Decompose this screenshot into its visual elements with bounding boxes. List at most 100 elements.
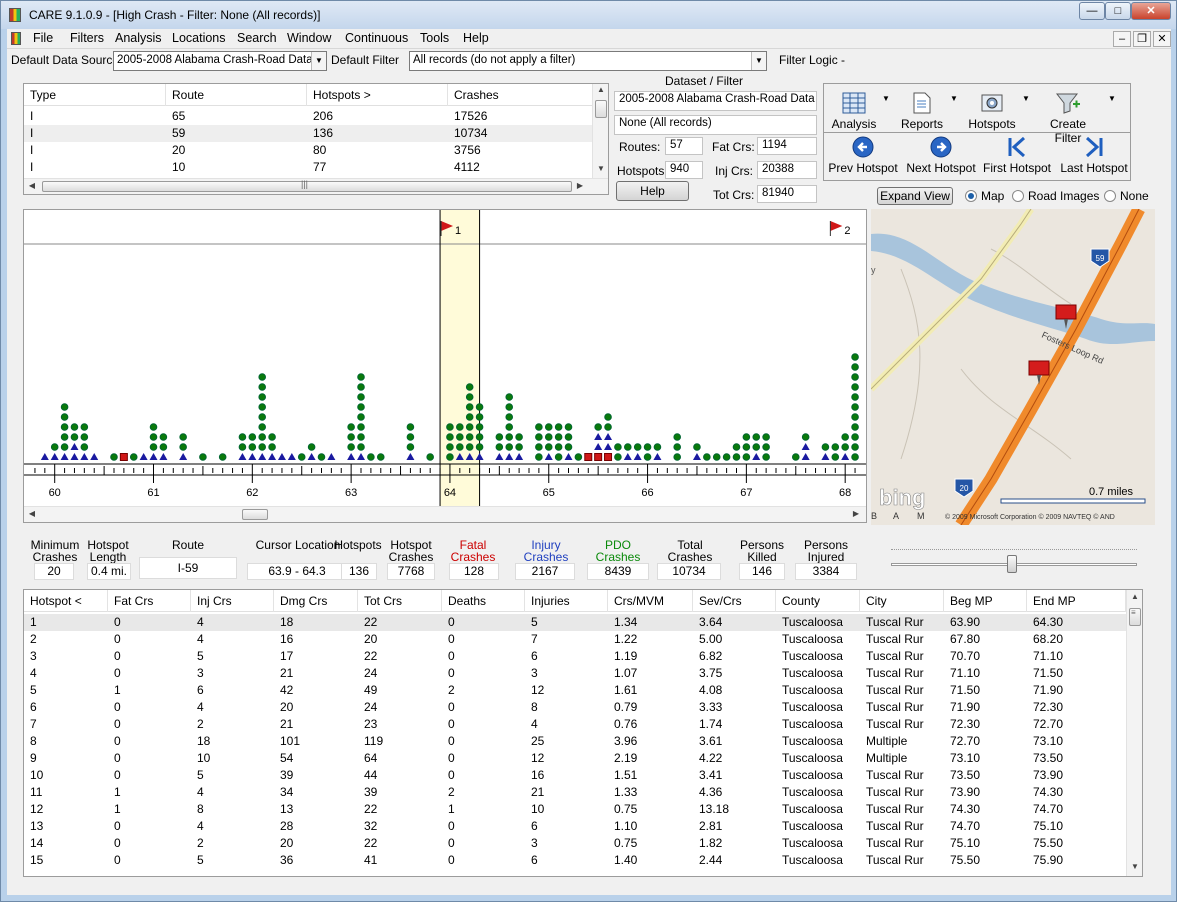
hotspot-flag-2[interactable]: 2: [829, 221, 850, 237]
scroll-up-icon[interactable]: ▲: [1127, 592, 1143, 601]
pdo-crash-marker: [307, 443, 316, 451]
help-button[interactable]: Help: [616, 181, 689, 201]
table-row[interactable]: 5 1 6 42 49 2 12 1.61 4.08 Tuscaloosa Tuscal Rur 71…: [24, 682, 1126, 699]
strip-chart-canvas[interactable]: 1 2 60 61 62 63 64 65 66 67 68: [24, 210, 866, 522]
table-row[interactable]: 12 1 8 13 22 1 10 0.75 13.18 Tuscaloosa Tuscal Rur…: [24, 801, 1126, 818]
column-header[interactable]: Dmg Crs: [274, 590, 358, 612]
column-header[interactable]: Tot Crs: [358, 590, 442, 612]
route-value[interactable]: I-59: [139, 557, 237, 579]
menu-continuous[interactable]: Continuous: [345, 31, 408, 45]
scroll-up-icon[interactable]: ▲: [593, 85, 609, 94]
column-header-crashes[interactable]: Crashes: [448, 84, 594, 106]
table-row[interactable]: 8 0 18 101 119 0 25 3.96 3.61 Tuscaloosa Multiple 7…: [24, 733, 1126, 750]
routes-horizontal-scrollbar[interactable]: ◀ ||| ▶: [24, 178, 608, 194]
table-row[interactable]: 9 0 10 54 64 0 12 2.19 4.22 Tuscaloosa Multiple 73.…: [24, 750, 1126, 767]
expand-view-button[interactable]: Expand View: [877, 187, 953, 205]
prev-hotspot-button[interactable]: Prev Hotspot: [828, 136, 898, 175]
hotspot-vertical-scrollbar[interactable]: ▲ ≡ ▼: [1126, 590, 1142, 876]
analysis-dropdown-icon[interactable]: ▼: [882, 94, 890, 103]
table-row[interactable]: 3 0 5 17 22 0 6 1.19 6.82 Tuscaloosa Tuscal Rur 70.…: [24, 648, 1126, 665]
column-header[interactable]: Injuries: [525, 590, 608, 612]
table-row[interactable]: 11 1 4 34 39 2 21 1.33 4.36 Tuscaloosa Tuscal Rur 7…: [24, 784, 1126, 801]
column-header[interactable]: Fat Crs: [108, 590, 191, 612]
analysis-tool-button[interactable]: Analysis: [828, 92, 880, 131]
mdi-minimize-button[interactable]: ‒: [1113, 31, 1131, 47]
zoom-slider[interactable]: [891, 543, 1137, 573]
hotspots-tool-button[interactable]: Hotspots: [964, 92, 1020, 131]
radio-road-images[interactable]: Road Images: [1012, 189, 1099, 203]
mdi-restore-button[interactable]: ❐: [1133, 31, 1151, 47]
min-crashes-value[interactable]: 20: [34, 563, 74, 580]
maximize-button[interactable]: □: [1105, 2, 1131, 20]
table-row[interactable]: I 20 80 3756: [24, 142, 594, 159]
pdo-crash-marker: [732, 443, 741, 451]
first-hotspot-button[interactable]: First Hotspot: [982, 136, 1052, 175]
menu-locations[interactable]: Locations: [172, 31, 226, 45]
column-header[interactable]: Crs/MVM: [608, 590, 693, 612]
scroll-left-icon[interactable]: ◀: [24, 181, 40, 190]
table-row[interactable]: I 59 136 10734: [24, 125, 594, 142]
minimize-button[interactable]: —: [1079, 2, 1105, 20]
column-header[interactable]: Deaths: [442, 590, 525, 612]
menu-search[interactable]: Search: [237, 31, 277, 45]
next-hotspot-button[interactable]: Next Hotspot: [904, 136, 978, 175]
table-row[interactable]: 1 0 4 18 22 0 5 1.34 3.64 Tuscaloosa Tuscal Rur 63.…: [24, 614, 1126, 631]
table-row[interactable]: 6 0 4 20 24 0 8 0.79 3.33 Tuscaloosa Tuscal Rur 71.…: [24, 699, 1126, 716]
radio-none[interactable]: None: [1104, 189, 1149, 203]
mdi-child-icon[interactable]: [11, 32, 21, 45]
scroll-down-icon[interactable]: ▼: [1127, 862, 1143, 871]
table-cell: 17: [280, 649, 294, 663]
map-view[interactable]: Fosters Loop Rd 59 20 y bing 0.7 miles B…: [871, 209, 1155, 525]
scroll-down-icon[interactable]: ▼: [593, 164, 609, 173]
column-header[interactable]: Sev/Crs: [693, 590, 776, 612]
table-row[interactable]: 2 0 4 16 20 0 7 1.22 5.00 Tuscaloosa Tuscal Rur 67.…: [24, 631, 1126, 648]
routes-vertical-scrollbar[interactable]: ▲ ▼: [592, 84, 608, 178]
menu-window[interactable]: Window: [287, 31, 331, 45]
column-header-route[interactable]: Route: [166, 84, 307, 106]
mdi-close-button[interactable]: ✕: [1153, 31, 1171, 47]
radio-map[interactable]: Map: [965, 189, 1004, 203]
reports-dropdown-icon[interactable]: ▼: [950, 94, 958, 103]
column-header[interactable]: End MP: [1027, 590, 1126, 612]
column-header-hotspots[interactable]: Hotspots >: [307, 84, 448, 106]
pdo-crash-marker: [357, 423, 365, 431]
strip-horizontal-scrollbar[interactable]: ◀ ▶: [24, 506, 866, 522]
scroll-right-icon[interactable]: ▶: [848, 509, 864, 518]
map-canvas[interactable]: Fosters Loop Rd 59 20 y bing 0.7 miles B…: [871, 209, 1155, 525]
hotspots-dropdown-icon[interactable]: ▼: [1022, 94, 1030, 103]
menu-filters[interactable]: Filters: [70, 31, 104, 45]
close-button[interactable]: ✕: [1131, 2, 1171, 20]
scroll-thumb[interactable]: [595, 100, 607, 118]
table-row[interactable]: I 65 206 17526: [24, 108, 594, 125]
table-row[interactable]: 10 0 5 39 44 0 16 1.51 3.41 Tuscaloosa Tuscal Rur 7…: [24, 767, 1126, 784]
column-header[interactable]: City: [860, 590, 944, 612]
menu-file[interactable]: File: [33, 31, 53, 45]
column-header[interactable]: County: [776, 590, 860, 612]
scroll-right-icon[interactable]: ▶: [572, 181, 588, 190]
scroll-left-icon[interactable]: ◀: [24, 509, 40, 518]
last-hotspot-button[interactable]: Last Hotspot: [1058, 136, 1130, 175]
column-header-type[interactable]: Type: [24, 84, 166, 106]
menu-tools[interactable]: Tools: [420, 31, 449, 45]
menu-help[interactable]: Help: [463, 31, 489, 45]
create-filter-dropdown-icon[interactable]: ▼: [1108, 94, 1116, 103]
table-row[interactable]: 13 0 4 28 32 0 6 1.10 2.81 Tuscaloosa Tuscal Rur 74…: [24, 818, 1126, 835]
default-filter-select[interactable]: All records (do not apply a filter) ▼: [409, 51, 767, 71]
menu-analysis[interactable]: Analysis: [115, 31, 162, 45]
table-cell: 1.19: [614, 649, 638, 663]
table-row[interactable]: 4 0 3 21 24 0 3 1.07 3.75 Tuscaloosa Tuscal Rur 71.…: [24, 665, 1126, 682]
scroll-thumb[interactable]: [242, 509, 268, 520]
reports-tool-button[interactable]: Reports: [896, 92, 948, 131]
column-header[interactable]: Inj Crs: [191, 590, 274, 612]
column-header[interactable]: Beg MP: [944, 590, 1027, 612]
scroll-thumb[interactable]: |||: [42, 179, 572, 192]
table-row[interactable]: 15 0 5 36 41 0 6 1.40 2.44 Tuscaloosa Tuscal Rur 75…: [24, 852, 1126, 869]
hotspot-length-value[interactable]: 0.4 mi.: [87, 563, 131, 580]
table-row[interactable]: I 10 77 4112: [24, 159, 594, 176]
scroll-thumb[interactable]: ≡: [1129, 608, 1141, 626]
column-header[interactable]: Hotspot <: [24, 590, 108, 612]
table-row[interactable]: 7 0 2 21 23 0 4 0.76 1.74 Tuscaloosa Tuscal Rur 72.…: [24, 716, 1126, 733]
table-row[interactable]: 14 0 2 20 22 0 3 0.75 1.82 Tuscaloosa Tuscal Rur 75…: [24, 835, 1126, 852]
data-source-select[interactable]: 2005-2008 Alabama Crash-Road Data ▼: [113, 51, 327, 71]
slider-thumb[interactable]: [1007, 555, 1017, 573]
